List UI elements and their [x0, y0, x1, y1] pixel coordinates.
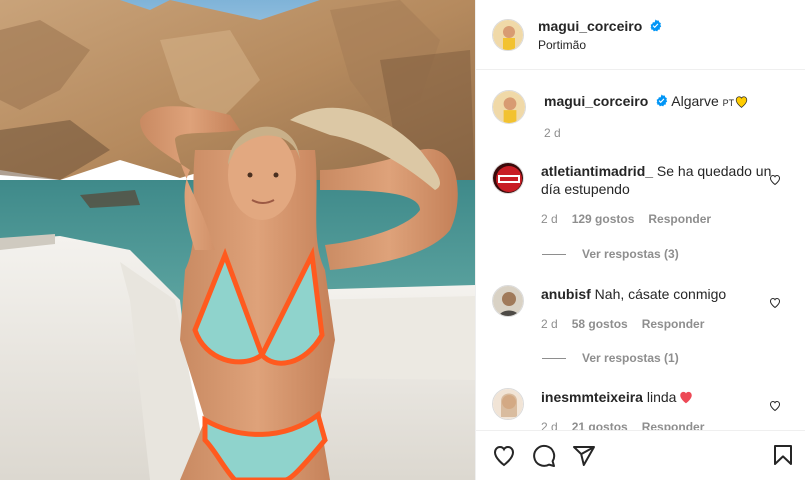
comment-like-icon[interactable] — [769, 297, 781, 309]
comment-username[interactable]: anubisf — [541, 286, 591, 302]
comment-body: inesmmteixeira linda 2 d 21 gostos Respo… — [541, 388, 793, 430]
comment-time: 2 d — [541, 317, 558, 331]
verified-badge-icon — [656, 94, 668, 107]
commenter-avatar[interactable] — [492, 162, 524, 194]
red-heart-icon — [680, 391, 693, 404]
reply-button[interactable]: Responder — [642, 418, 705, 430]
comment-meta: 2 d 58 gostos Responder — [541, 315, 793, 333]
caption-username[interactable]: magui_corceiro — [544, 93, 648, 109]
replies-divider — [542, 357, 566, 359]
post-photo[interactable] — [0, 0, 475, 480]
paper-plane-icon[interactable] — [572, 444, 596, 468]
comment-text: Nah, cásate conmigo — [594, 286, 727, 302]
comment-time: 2 d — [541, 212, 558, 226]
comments-section: magui_corceiro Algarve PT 2 d atletianti… — [476, 70, 805, 430]
comment-likes[interactable]: 21 gostos — [572, 418, 628, 430]
comment-meta: 2 d 21 gostos Responder — [541, 418, 793, 430]
comment-text: linda — [646, 389, 677, 405]
caption-avatar-image — [493, 91, 525, 123]
comment-time: 2 d — [541, 420, 558, 430]
caption-row: magui_corceiro Algarve PT 2 d — [492, 90, 793, 142]
post-location[interactable]: Portimão — [538, 38, 662, 52]
reply-button[interactable]: Responder — [648, 210, 711, 228]
commenter-avatar[interactable] — [492, 285, 524, 317]
comment-item: inesmmteixeira linda 2 d 21 gostos Respo… — [492, 388, 793, 430]
post-side-panel: magui_corceiro Portimão magui_corceiro A… — [475, 0, 805, 480]
comment-body: atletiantimadrid_ Se ha quedado un día e… — [541, 162, 793, 228]
atleti-logo-icon — [493, 163, 523, 193]
instagram-post: magui_corceiro Portimão magui_corceiro A… — [0, 0, 805, 480]
comment-item: anubisf Nah, cásate conmigo 2 d 58 gosto… — [492, 285, 793, 333]
verified-badge-icon — [650, 19, 662, 31]
comment-likes[interactable]: 129 gostos — [572, 210, 635, 228]
post-photo-illustration — [0, 0, 475, 480]
caption-text: Algarve — [671, 93, 719, 109]
view-replies-button[interactable]: Ver respostas (1) — [542, 351, 679, 365]
comment-body: anubisf Nah, cásate conmigo 2 d 58 gosto… — [541, 285, 793, 333]
comment-meta: 2 d 129 gostos Responder — [541, 210, 793, 228]
comment-like-icon[interactable] — [769, 174, 781, 186]
comment-likes[interactable]: 58 gostos — [572, 315, 628, 333]
yellow-heart-icon — [735, 96, 748, 108]
replies-divider — [542, 253, 566, 255]
view-replies-label: Ver respostas (3) — [582, 247, 679, 261]
commenter-avatar[interactable] — [492, 388, 524, 420]
author-username[interactable]: magui_corceiro — [538, 18, 642, 34]
post-actions-bar — [476, 430, 805, 480]
caption-body: magui_corceiro Algarve PT 2 d — [544, 90, 793, 142]
view-replies-button[interactable]: Ver respostas (3) — [542, 247, 679, 261]
comment-like-icon[interactable] — [769, 400, 781, 412]
caption-avatar[interactable] — [492, 90, 526, 124]
commenter-avatar-image — [493, 286, 523, 316]
post-header: magui_corceiro Portimão — [476, 0, 805, 70]
speech-bubble-icon[interactable] — [532, 444, 556, 468]
heart-outline-icon[interactable] — [492, 444, 516, 468]
comment-username[interactable]: atletiantimadrid_ — [541, 163, 653, 179]
commenter-avatar-image — [493, 389, 523, 419]
flag-text: PT — [722, 98, 735, 108]
caption-time: 2 d — [544, 126, 561, 140]
view-replies-label: Ver respostas (1) — [582, 351, 679, 365]
comment-username[interactable]: inesmmteixeira — [541, 389, 643, 405]
author-info: magui_corceiro Portimão — [538, 18, 662, 52]
reply-button[interactable]: Responder — [642, 315, 705, 333]
author-avatar[interactable] — [492, 18, 524, 51]
comment-item: atletiantimadrid_ Se ha quedado un día e… — [492, 162, 793, 228]
author-avatar-image — [493, 19, 523, 50]
bookmark-icon[interactable] — [771, 443, 795, 467]
